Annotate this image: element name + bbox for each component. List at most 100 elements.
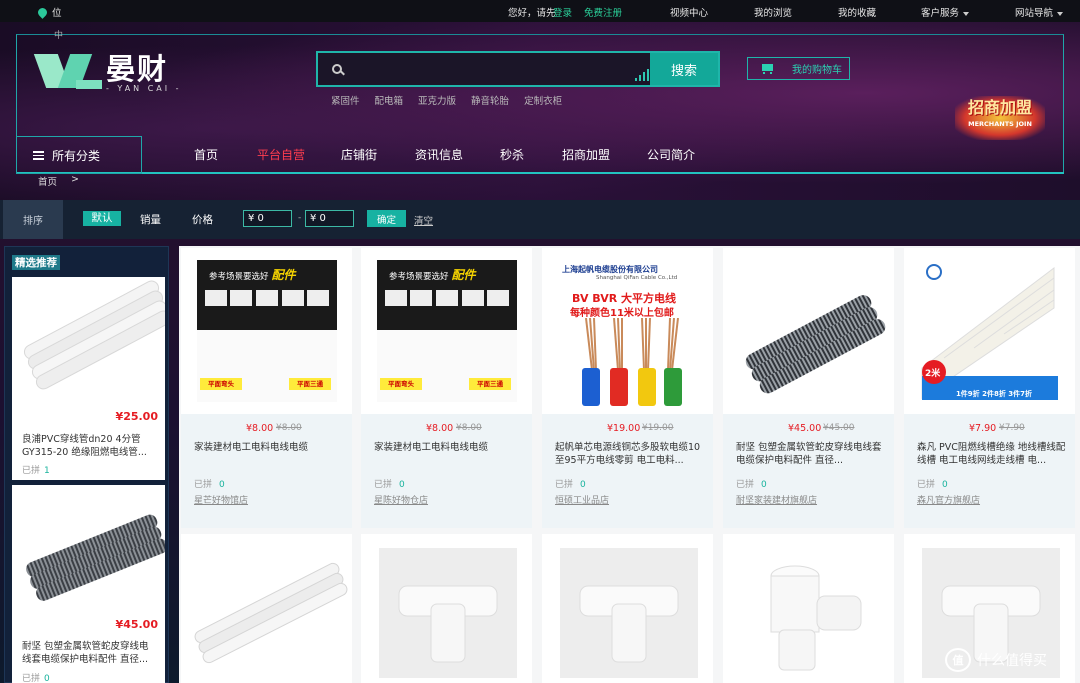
hot-word[interactable]: 定制衣柜	[524, 93, 562, 107]
product-name[interactable]: 家装建材电工电料电线电缆	[374, 441, 524, 467]
product-card[interactable]	[723, 534, 894, 683]
product-price: ¥25.00	[115, 410, 158, 423]
sold-label: 已拼	[374, 480, 393, 490]
header: 中 晏财 - YAN CAI - 搜索 紧固件 配电箱 亚克力版 静音轮胎 定制…	[0, 22, 1080, 200]
sold-label: 已拼	[22, 466, 41, 476]
logo[interactable]: 晏财 - YAN CAI -	[33, 52, 182, 94]
merchant-join-badge[interactable]: 招商加盟 MERCHANTS JOIN	[955, 96, 1045, 140]
product-image[interactable]	[361, 534, 532, 683]
price-confirm-button[interactable]: 确定	[367, 210, 406, 227]
product-card[interactable]: ¥45.00 ¥45.00 耐坚 包塑金属软管蛇皮穿线电线套电缆保护电料配件 直…	[723, 248, 894, 528]
product-card[interactable]	[542, 534, 713, 683]
cart-button[interactable]: 我的购物车	[747, 57, 850, 80]
product-sold: 已拼 0	[22, 671, 50, 683]
logo-subtitle: - YAN CAI -	[106, 83, 182, 93]
sidebar-product-card[interactable]: ¥45.00 耐坚 包塑金属软管蛇皮穿线电线套电缆保护电料配件 直径... 已拼…	[12, 485, 165, 683]
product-image[interactable]	[181, 534, 352, 683]
shop-link[interactable]: 星陈好物仓店	[374, 493, 428, 506]
nav-item-self-operated[interactable]: 平台自营	[257, 146, 341, 163]
product-card[interactable]: 2米 1件9折 2件8折 3件7折 ¥7.90 ¥7.90 森凡 PVC阻燃线槽…	[904, 248, 1075, 528]
video-center-link[interactable]: 视频中心	[670, 5, 708, 19]
product-price: ¥45.00	[115, 618, 158, 631]
product-image[interactable]	[723, 248, 894, 414]
site-nav-menu[interactable]: 网站导航	[1015, 5, 1064, 19]
breadcrumb-home[interactable]: 首页	[38, 174, 57, 188]
hot-word[interactable]: 配电箱	[375, 93, 404, 107]
cart-icon	[760, 63, 774, 74]
ad-company-en: Shanghai QiFan Cable Co.,Ltd	[596, 275, 678, 281]
product-name[interactable]: 家装建材电工电料电线电缆	[194, 441, 344, 467]
nav-item-home[interactable]: 首页	[194, 146, 257, 163]
product-image[interactable]	[12, 485, 165, 615]
product-card[interactable]: 参考场景要选好 配件 平面弯头 平面三通 ¥8.00 ¥8.00 家装建材电工电料…	[181, 248, 352, 528]
sidebar-product-card[interactable]: ¥25.00 良浦PVC穿线管dn20 4分管GY315-20 绝缘阻燃电线管.…	[12, 277, 165, 480]
my-browse-link[interactable]: 我的浏览	[754, 5, 792, 19]
product-image[interactable]: 参考场景要选好 配件 平面弯头 平面三通	[361, 248, 532, 414]
product-image[interactable]: 上海起帆电缆股份有限公司 Shanghai QiFan Cable Co.,Lt…	[542, 248, 713, 414]
product-image[interactable]: 参考场景要选好 配件 平面弯头 平面三通	[181, 248, 352, 414]
sort-label: 排序	[3, 200, 63, 239]
min-price-input[interactable]	[243, 210, 292, 227]
product-price: ¥7.90	[969, 423, 997, 434]
product-name[interactable]: 耐坚 包塑金属软管蛇皮穿线电线套电缆保护电料配件 直径...	[22, 640, 158, 667]
location-label: 位	[52, 8, 62, 19]
sidebar-title: 精选推荐	[12, 255, 60, 270]
sort-price-button[interactable]: 价格	[192, 212, 213, 227]
shop-link[interactable]: 耐坚家装建材旗舰店	[736, 493, 817, 506]
ad-text: 参考场景要选好 配件	[209, 266, 296, 283]
search-input[interactable]	[350, 59, 640, 79]
my-favorites-link[interactable]: 我的收藏	[838, 5, 876, 19]
filter-bar: 排序 默认 销量 价格 - 确定 清空	[0, 200, 1080, 239]
price-clear-link[interactable]: 清空	[414, 213, 433, 227]
login-link[interactable]: 登录	[553, 5, 572, 19]
logo-mark-icon	[33, 52, 102, 94]
product-name[interactable]: 良浦PVC穿线管dn20 4分管GY315-20 绝缘阻燃电线管...	[22, 433, 158, 460]
product-name[interactable]: 耐坚 包塑金属软管蛇皮穿线电线套电缆保护电料配件 直径...	[736, 441, 886, 467]
watermark: 值 什么值得买	[945, 648, 1047, 672]
chevron-down-icon	[1057, 11, 1064, 16]
product-price: ¥8.00	[426, 423, 454, 434]
register-link[interactable]: 免费注册	[584, 5, 622, 19]
recommended-sidebar: 精选推荐 ¥25.00 良浦PVC穿线管dn20 4分管GY315-20 绝缘阻…	[4, 246, 169, 683]
shop-link[interactable]: 星芒好物馆店	[194, 493, 248, 506]
product-image[interactable]	[542, 534, 713, 683]
location[interactable]: 位	[36, 5, 62, 19]
product-original-price: ¥8.00	[276, 423, 302, 433]
product-name[interactable]: 起帆单芯电源线铜芯多股软电缆10至95平方电线零剪 电工电料...	[555, 441, 705, 467]
search-button[interactable]: 搜索	[650, 53, 718, 85]
product-card[interactable]: 参考场景要选好 配件 平面弯头 平面三通 ¥8.00 ¥8.00 家装建材电工电料…	[361, 248, 532, 528]
product-image[interactable]: 2米 1件9折 2件8折 3件7折	[904, 248, 1075, 414]
sold-count: 0	[399, 480, 405, 490]
shop-link[interactable]: 恒硕工业品店	[555, 493, 609, 506]
product-card[interactable]	[181, 534, 352, 683]
hot-word[interactable]: 亚克力版	[418, 93, 456, 107]
sold-count: 1	[44, 466, 50, 476]
product-card[interactable]	[361, 534, 532, 683]
sort-default-button[interactable]: 默认	[83, 211, 121, 226]
product-info: ¥7.90 ¥7.90 森凡 PVC阻燃线槽绝缘 地线槽线配线槽 电工电线网线走…	[904, 414, 1075, 528]
max-price-input[interactable]	[305, 210, 354, 227]
sold-count: 0	[44, 674, 50, 683]
sold-label: 已拼	[22, 674, 41, 683]
product-name[interactable]: 森凡 PVC阻燃线槽绝缘 地线槽线配线槽 电工电线网线走线槽 电...	[917, 441, 1067, 467]
sold-label: 已拼	[736, 480, 755, 490]
nav-item-flash-sale[interactable]: 秒杀	[500, 146, 562, 163]
all-categories-button[interactable]: 所有分类	[16, 136, 142, 174]
hot-word[interactable]: 静音轮胎	[471, 93, 509, 107]
product-image[interactable]	[723, 534, 894, 683]
top-bar: 位 您好，请先 登录 免费注册 视频中心 我的浏览 我的收藏 客户服务 网站导航	[0, 0, 1080, 22]
nav-item-about[interactable]: 公司简介	[647, 146, 695, 163]
hot-word[interactable]: 紧固件	[331, 93, 360, 107]
nav-item-shop-street[interactable]: 店铺街	[341, 146, 415, 163]
price-separator: -	[298, 213, 302, 223]
ad-company: 上海起帆电缆股份有限公司	[562, 265, 658, 274]
sort-sales-button[interactable]: 销量	[140, 212, 161, 227]
shop-link[interactable]: 森凡官方旗舰店	[917, 493, 980, 506]
product-card[interactable]: 上海起帆电缆股份有限公司 Shanghai QiFan Cable Co.,Lt…	[542, 248, 713, 528]
merchant-title: 招商加盟	[967, 98, 1032, 117]
nav-item-news[interactable]: 资讯信息	[415, 146, 500, 163]
customer-service-menu[interactable]: 客户服务	[921, 5, 970, 19]
all-categories-label: 所有分类	[52, 148, 101, 163]
nav-item-franchise[interactable]: 招商加盟	[562, 146, 647, 163]
product-image[interactable]	[12, 277, 165, 407]
